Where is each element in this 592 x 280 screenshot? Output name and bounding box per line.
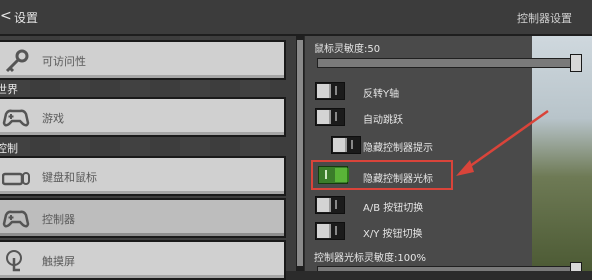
annotation-arrow-icon (456, 109, 549, 176)
